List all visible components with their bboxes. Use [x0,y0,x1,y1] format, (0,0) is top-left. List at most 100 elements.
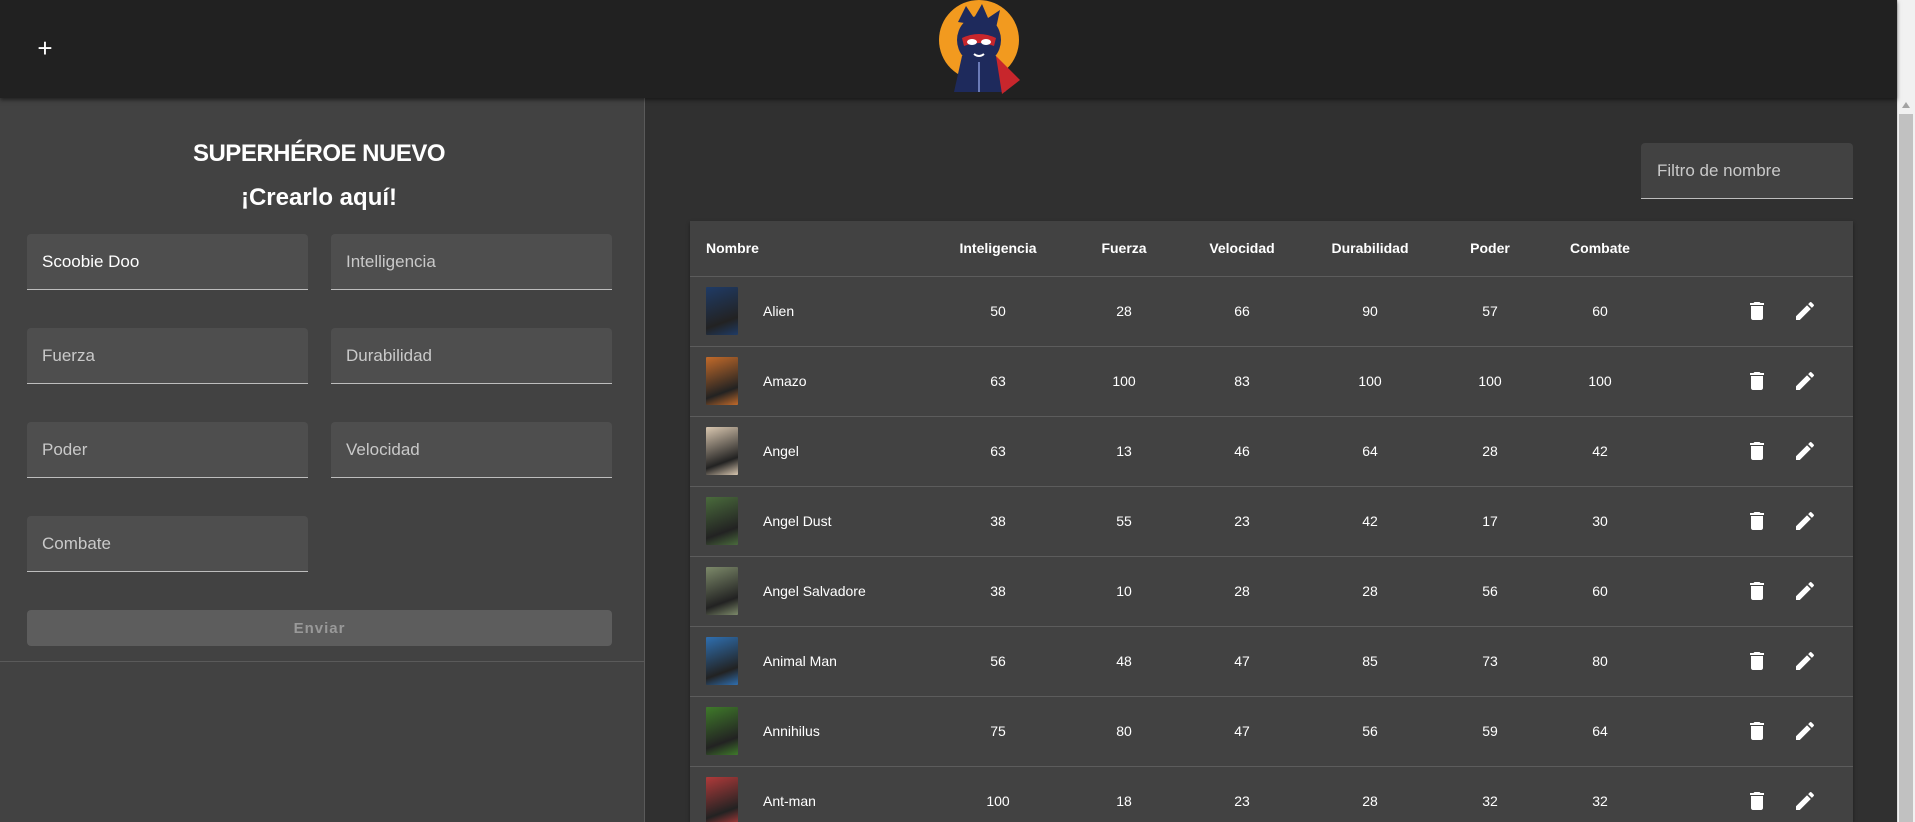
trash-icon[interactable] [1745,299,1769,323]
stat-fuerza-cell: 100 [1064,346,1184,417]
table-row[interactable]: Angel 63 13 46 64 28 42 [690,416,1853,487]
table-row[interactable]: Ant-man 100 18 23 28 32 32 [690,766,1853,822]
page-scrollbar[interactable] [1897,0,1915,822]
heroes-table: Nombre Inteligencia Fuerza Velocidad Dur… [690,221,1853,822]
column-header-power[interactable]: Poder [1440,221,1540,277]
trash-icon[interactable] [1745,439,1769,463]
pencil-icon[interactable] [1793,649,1817,673]
column-header-strength[interactable]: Fuerza [1064,221,1184,277]
hero-thumbnail [706,707,738,755]
stat-poder-cell: 32 [1440,766,1540,822]
heroes-table-card: Nombre Inteligencia Fuerza Velocidad Dur… [690,221,1853,822]
intelligence-input[interactable] [331,234,612,289]
hero-thumbnail [706,357,738,405]
hero-name: Alien [763,303,795,319]
trash-icon[interactable] [1745,649,1769,673]
stat-durabilidad-cell: 56 [1300,696,1440,767]
durability-input[interactable] [331,328,612,383]
hero-name: Animal Man [763,653,837,669]
table-row[interactable]: Annihilus 75 80 47 56 59 64 [690,696,1853,767]
row-actions-cell [1660,556,1853,627]
stat-durabilidad-cell: 42 [1300,486,1440,557]
table-row[interactable]: Alien 50 28 66 90 57 60 [690,276,1853,347]
column-header-speed[interactable]: Velocidad [1184,221,1300,277]
hero-name-cell: Angel Salvadore [690,556,932,627]
stat-poder-cell: 100 [1440,346,1540,417]
trash-icon[interactable] [1745,579,1769,603]
left-panel-background [0,662,645,822]
hero-cell-content: Animal Man [706,637,932,685]
stat-inteligencia-cell: 100 [932,766,1064,822]
scroll-up-arrow-icon[interactable] [1902,102,1910,108]
name-input[interactable] [27,234,308,289]
hero-name-cell: Amazo [690,346,932,417]
pencil-icon[interactable] [1793,579,1817,603]
table-row[interactable]: Angel Salvadore 38 10 28 28 56 60 [690,556,1853,627]
stat-fuerza-cell: 10 [1064,556,1184,627]
pencil-icon[interactable] [1793,439,1817,463]
new-hero-form-panel: SUPERHÉROE NUEVO ¡Crearlo aquí! Enviar [0,98,645,662]
table-header-row: Nombre Inteligencia Fuerza Velocidad Dur… [690,221,1853,277]
strength-input[interactable] [27,328,308,383]
scrollbar-thumb[interactable] [1899,114,1913,822]
stat-inteligencia-cell: 50 [932,276,1064,347]
trash-icon[interactable] [1745,719,1769,743]
stat-fuerza-cell: 28 [1064,276,1184,347]
stat-velocidad-cell: 28 [1184,556,1300,627]
speed-input[interactable] [331,422,612,477]
pencil-icon[interactable] [1793,789,1817,813]
combat-input[interactable] [27,516,308,571]
stat-combate-cell: 42 [1540,416,1660,487]
hero-name-cell: Alien [690,276,932,347]
hero-cell-content: Angel Salvadore [706,567,932,615]
column-header-durability[interactable]: Durabilidad [1300,221,1440,277]
intelligence-field[interactable] [331,234,612,290]
stat-durabilidad-cell: 90 [1300,276,1440,347]
pencil-icon[interactable] [1793,509,1817,533]
power-input[interactable] [27,422,308,477]
trash-icon[interactable] [1745,509,1769,533]
table-row[interactable]: Angel Dust 38 55 23 42 17 30 [690,486,1853,557]
hero-cell-content: Alien [706,287,932,335]
pencil-icon[interactable] [1793,299,1817,323]
name-field[interactable] [27,234,308,290]
stat-combate-cell: 60 [1540,556,1660,627]
table-body: Alien 50 28 66 90 57 60 Amazo 63 100 83 100 100 100 An… [690,276,1853,822]
table-row[interactable]: Animal Man 56 48 47 85 73 80 [690,626,1853,697]
hero-name-cell: Animal Man [690,626,932,697]
submit-button[interactable]: Enviar [27,610,612,646]
power-field[interactable] [27,422,308,478]
speed-field[interactable] [331,422,612,478]
plus-icon: + [37,33,53,63]
stat-durabilidad-cell: 100 [1300,346,1440,417]
strength-field[interactable] [27,328,308,384]
table-row[interactable]: Amazo 63 100 83 100 100 100 [690,346,1853,417]
column-header-intelligence[interactable]: Inteligencia [932,221,1064,277]
row-actions-cell [1660,486,1853,557]
row-actions-cell [1660,416,1853,487]
stat-fuerza-cell: 48 [1064,626,1184,697]
pencil-icon[interactable] [1793,369,1817,393]
combat-field[interactable] [27,516,308,572]
hero-cell-content: Angel [706,427,932,475]
stat-inteligencia-cell: 63 [932,416,1064,487]
column-header-combat[interactable]: Combate [1540,221,1660,277]
name-filter-field[interactable] [1641,143,1853,199]
hero-name-cell: Angel Dust [690,486,932,557]
name-filter-input[interactable] [1641,143,1853,198]
stat-combate-cell: 100 [1540,346,1660,417]
trash-icon[interactable] [1745,789,1769,813]
stat-inteligencia-cell: 75 [932,696,1064,767]
stat-durabilidad-cell: 85 [1300,626,1440,697]
stat-inteligencia-cell: 63 [932,346,1064,417]
column-header-name[interactable]: Nombre [690,221,932,277]
stat-poder-cell: 28 [1440,416,1540,487]
stat-fuerza-cell: 80 [1064,696,1184,767]
durability-field[interactable] [331,328,612,384]
pencil-icon[interactable] [1793,719,1817,743]
stat-velocidad-cell: 47 [1184,696,1300,767]
trash-icon[interactable] [1745,369,1769,393]
stat-combate-cell: 80 [1540,626,1660,697]
add-button[interactable]: + [30,30,60,66]
column-header-actions [1660,221,1853,277]
